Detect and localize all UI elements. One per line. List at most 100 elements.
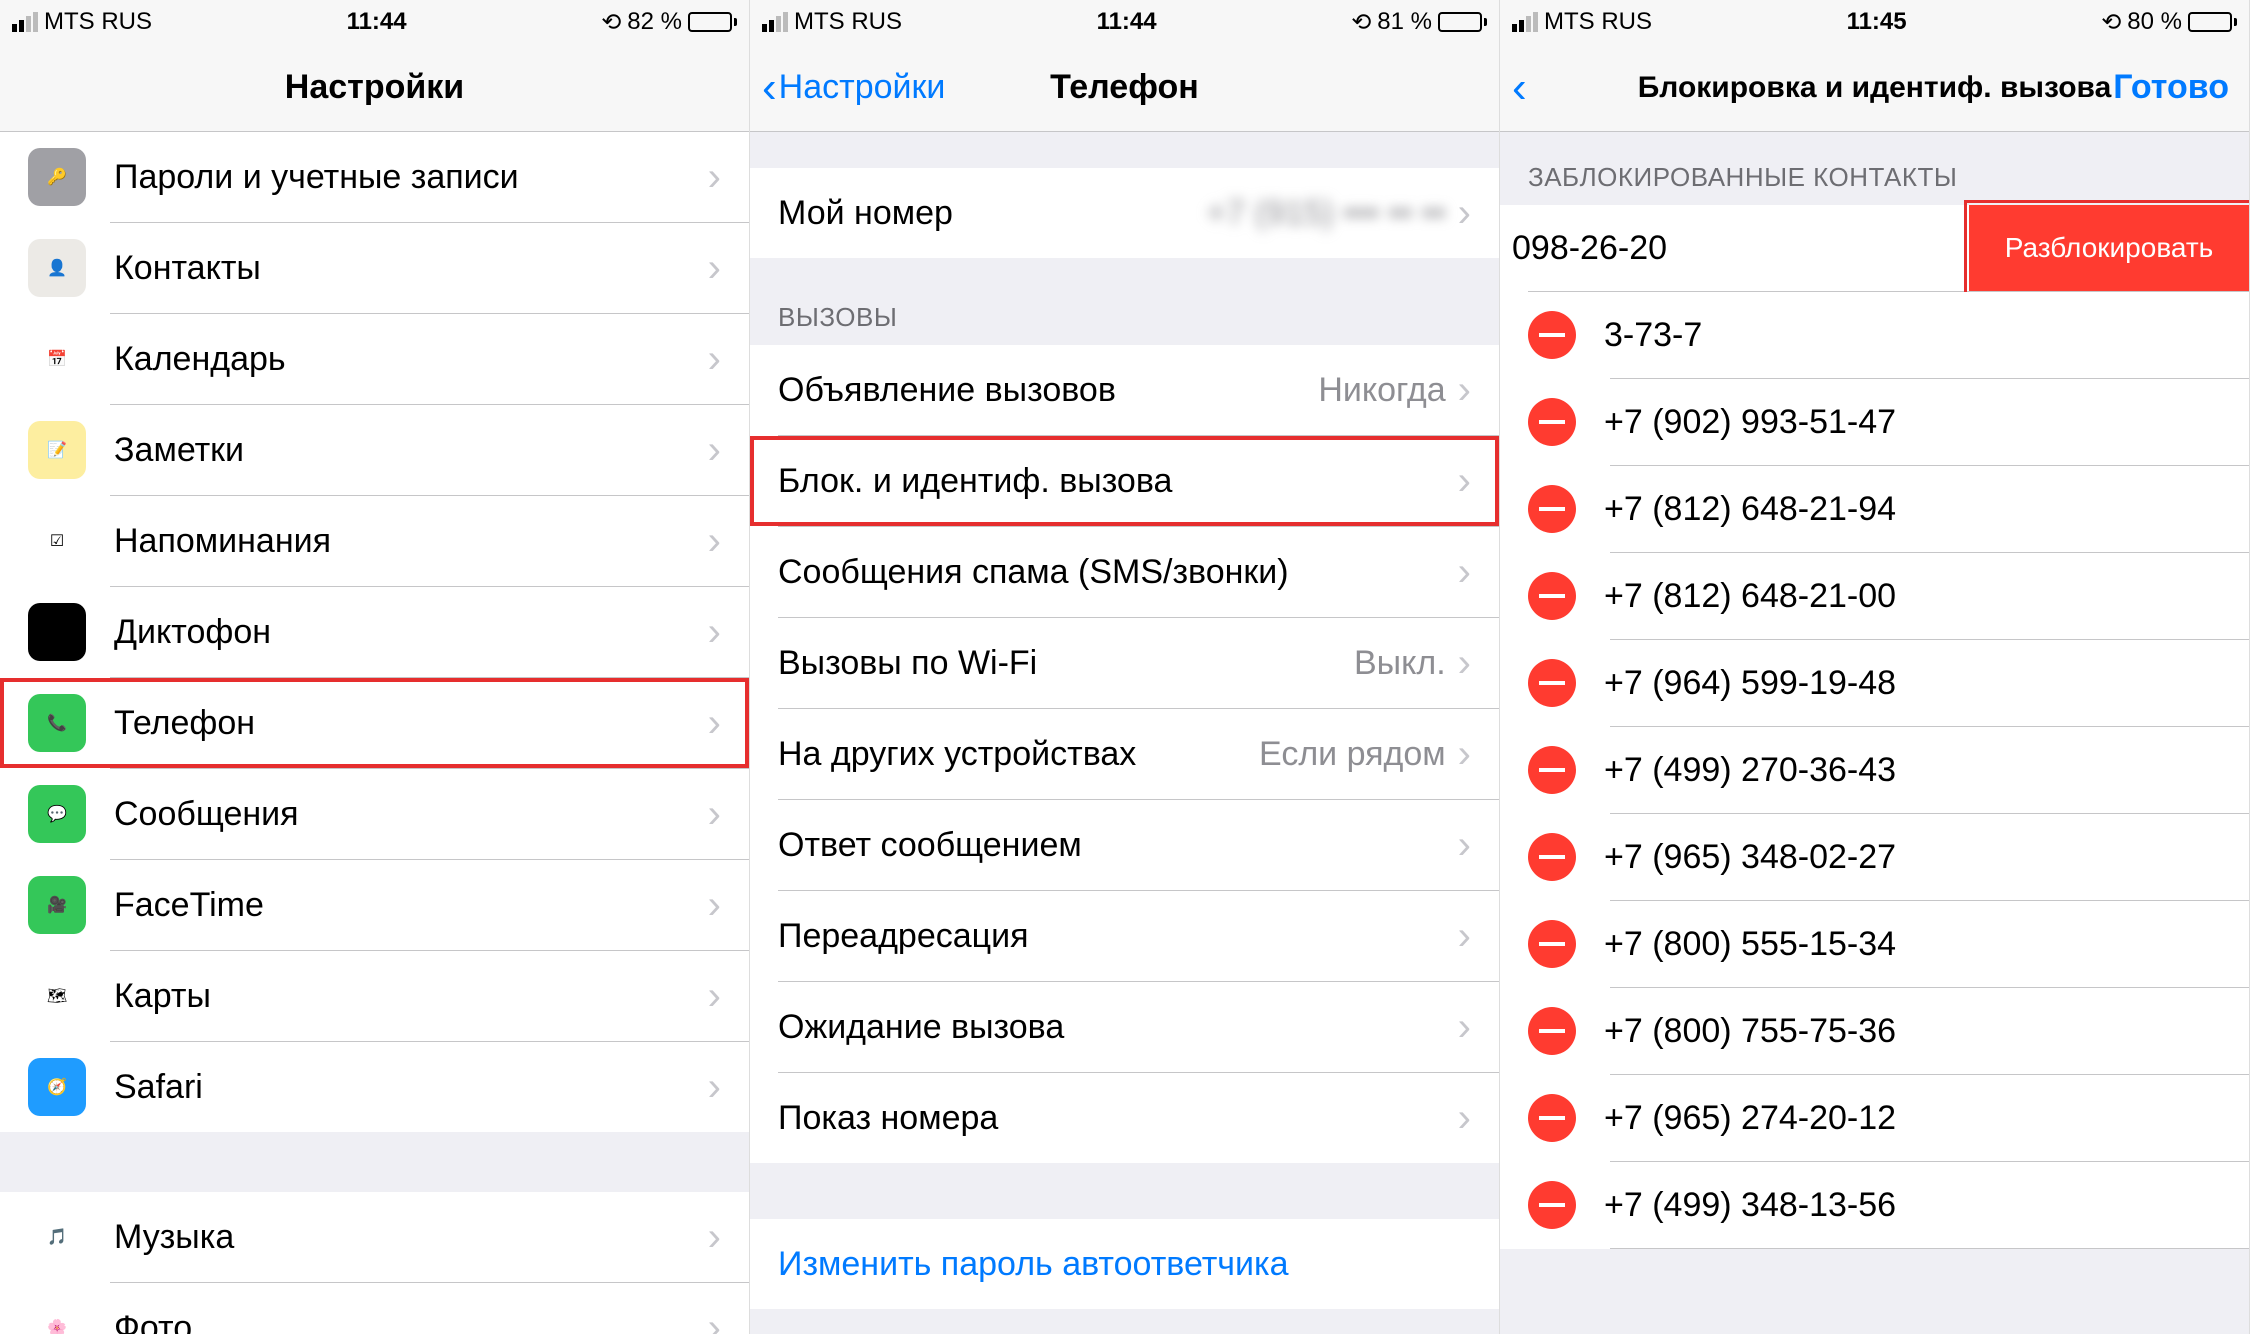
settings-row[interactable]: 👤 Контакты ›	[0, 223, 749, 313]
chevron-right-icon: ›	[708, 1065, 721, 1110]
my-number-value: +7 (915) ••• •• ••	[1206, 194, 1445, 233]
blocked-contact-row[interactable]: +7 (812) 648-21-00	[1500, 553, 2249, 639]
carrier-label: MTS RUS	[1544, 8, 1652, 36]
settings-row[interactable]: 📝 Заметки ›	[0, 405, 749, 495]
unblock-button[interactable]: Разблокировать	[1969, 205, 2249, 291]
blocked-contact-row[interactable]: +7 (499) 348-13-56	[1500, 1162, 2249, 1248]
phone-settings-screen: MTS RUS 11:44 ⟲ 81 % ‹ Настройки Телефон…	[750, 0, 1500, 1334]
app-icon: 📞	[28, 694, 86, 752]
back-button[interactable]: ‹ Настройки	[762, 66, 945, 110]
status-bar: MTS RUS 11:44 ⟲ 82 %	[0, 0, 749, 44]
status-bar: MTS RUS 11:45 ⟲ 80 %	[1500, 0, 2249, 44]
settings-row[interactable]: 🧭 Safari ›	[0, 1042, 749, 1132]
row-label: Показ номера	[778, 1099, 1458, 1138]
blocked-contact-row[interactable]: +7 (965) 274-20-12	[1500, 1075, 2249, 1161]
blocked-contact-row[interactable]: +7 (800) 755-75-36	[1500, 988, 2249, 1074]
blocked-contact-row[interactable]: +7 (800) 555-15-34	[1500, 901, 2249, 987]
app-icon: 📅	[28, 330, 86, 388]
blocked-number: +7 (499) 348-13-56	[1604, 1186, 2221, 1225]
blocked-contacts-screen: MTS RUS 11:45 ⟲ 80 % ‹ Блокировка и иден…	[1500, 0, 2250, 1334]
delete-icon[interactable]	[1528, 659, 1576, 707]
phone-setting-row[interactable]: Сообщения спама (SMS/звонки) ›	[750, 527, 1499, 617]
calls-section-header: ВЫЗОВЫ	[750, 258, 1499, 345]
back-button[interactable]: ‹	[1512, 66, 1529, 110]
phone-setting-row[interactable]: Переадресация ›	[750, 891, 1499, 981]
blocked-number: 3-73-7	[1604, 316, 2221, 355]
delete-icon[interactable]	[1528, 1007, 1576, 1055]
delete-icon[interactable]	[1528, 572, 1576, 620]
chevron-right-icon: ›	[708, 155, 721, 200]
row-label: Пароли и учетные записи	[114, 158, 708, 197]
blocked-contact-row[interactable]: +7 (964) 599-19-48	[1500, 640, 2249, 726]
phone-setting-row[interactable]: Ответ сообщением ›	[750, 800, 1499, 890]
chevron-right-icon: ›	[1458, 550, 1471, 595]
carrier-label: MTS RUS	[794, 8, 902, 36]
app-icon: 🗺	[28, 967, 86, 1025]
delete-icon[interactable]	[1528, 485, 1576, 533]
blocked-swiped-row[interactable]: 098-26-20 Разблокировать	[1500, 205, 2249, 291]
clock: 11:44	[1097, 8, 1157, 36]
delete-icon[interactable]	[1528, 1094, 1576, 1142]
row-label: Диктофон	[114, 613, 708, 652]
phone-setting-row[interactable]: Ожидание вызова ›	[750, 982, 1499, 1072]
row-label: Контакты	[114, 249, 708, 288]
phone-setting-row[interactable]: Вызовы по Wi-Fi Выкл. ›	[750, 618, 1499, 708]
back-label: Настройки	[779, 68, 946, 107]
row-value: Никогда	[1318, 371, 1445, 410]
chevron-right-icon: ›	[708, 519, 721, 564]
delete-icon[interactable]	[1528, 833, 1576, 881]
settings-content[interactable]: 🔑 Пароли и учетные записи › 👤 Контакты ›…	[0, 132, 749, 1334]
blocked-content[interactable]: ЗАБЛОКИРОВАННЫЕ КОНТАКТЫ 098-26-20 Разбл…	[1500, 132, 2249, 1334]
change-voicemail-password-link[interactable]: Изменить пароль автоответчика	[750, 1219, 1499, 1309]
row-label: На других устройствах	[778, 735, 1259, 774]
delete-icon[interactable]	[1528, 1181, 1576, 1229]
row-label: Переадресация	[778, 917, 1458, 956]
done-button[interactable]: Готово	[2113, 68, 2229, 107]
chevron-right-icon: ›	[1458, 368, 1471, 413]
settings-row[interactable]: 🔑 Пароли и учетные записи ›	[0, 132, 749, 222]
blocked-number: +7 (800) 755-75-36	[1604, 1012, 2221, 1051]
row-label: Вызовы по Wi-Fi	[778, 644, 1354, 683]
blocked-contact-row[interactable]: 3-73-7	[1500, 292, 2249, 378]
row-label: Safari	[114, 1068, 708, 1107]
nav-bar: ‹ Настройки Телефон	[750, 44, 1499, 132]
app-icon: 🎵	[28, 1208, 86, 1266]
blocked-contact-row[interactable]: +7 (812) 648-21-94	[1500, 466, 2249, 552]
settings-row[interactable]: 🗺 Карты ›	[0, 951, 749, 1041]
delete-icon[interactable]	[1528, 746, 1576, 794]
settings-row[interactable]: 🎵 Музыка ›	[0, 1192, 749, 1282]
nav-bar: Настройки	[0, 44, 749, 132]
settings-row[interactable]: 📞 Телефон ›	[0, 678, 749, 768]
my-number-row[interactable]: Мой номер +7 (915) ••• •• •• ›	[750, 168, 1499, 258]
battery-icon	[688, 12, 737, 32]
battery-icon	[2188, 12, 2237, 32]
settings-row[interactable]: 🎙 Диктофон ›	[0, 587, 749, 677]
app-icon: 🎙	[28, 603, 86, 661]
settings-row[interactable]: 📅 Календарь ›	[0, 314, 749, 404]
row-label: Ожидание вызова	[778, 1008, 1458, 1047]
blocked-contact-row[interactable]: +7 (499) 270-36-43	[1500, 727, 2249, 813]
phone-setting-row[interactable]: На других устройствах Если рядом ›	[750, 709, 1499, 799]
phone-setting-row[interactable]: Показ номера ›	[750, 1073, 1499, 1163]
settings-row[interactable]: 🌸 Фото ›	[0, 1283, 749, 1334]
delete-icon[interactable]	[1528, 311, 1576, 359]
page-title: Блокировка и идентиф. вызова	[1638, 71, 2112, 105]
phone-content[interactable]: Мой номер +7 (915) ••• •• •• › ВЫЗОВЫ Об…	[750, 132, 1499, 1334]
settings-row[interactable]: 🎥 FaceTime ›	[0, 860, 749, 950]
battery-pct: 82 %	[627, 8, 682, 36]
app-icon: 🔑	[28, 148, 86, 206]
delete-icon[interactable]	[1528, 920, 1576, 968]
blocked-section-header: ЗАБЛОКИРОВАННЫЕ КОНТАКТЫ	[1500, 132, 2249, 205]
blocked-contact-row[interactable]: +7 (902) 993-51-47	[1500, 379, 2249, 465]
phone-setting-row[interactable]: Объявление вызовов Никогда ›	[750, 345, 1499, 435]
row-label: Телефон	[114, 704, 708, 743]
delete-icon[interactable]	[1528, 398, 1576, 446]
chevron-right-icon: ›	[708, 792, 721, 837]
chevron-right-icon: ›	[1458, 914, 1471, 959]
row-label: Блок. и идентиф. вызова	[778, 462, 1458, 501]
settings-row[interactable]: ☑ Напоминания ›	[0, 496, 749, 586]
phone-setting-row[interactable]: Блок. и идентиф. вызова ›	[750, 436, 1499, 526]
app-icon: ☑	[28, 512, 86, 570]
blocked-contact-row[interactable]: +7 (965) 348-02-27	[1500, 814, 2249, 900]
settings-row[interactable]: 💬 Сообщения ›	[0, 769, 749, 859]
